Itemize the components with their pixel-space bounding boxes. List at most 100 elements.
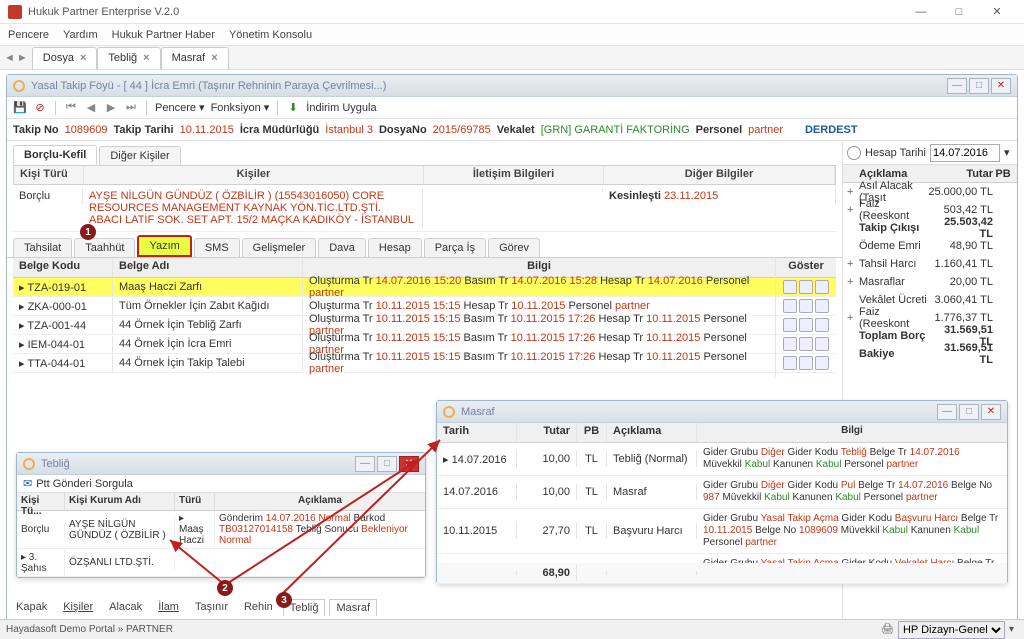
takipno-label: Takip No [13, 124, 59, 136]
borclu-diger: Kesinleşti 23.11.2015 [603, 188, 836, 204]
yazim-row[interactable]: ▸ TZA-019-01Maaş Haczi ZarfıOluşturma Tr… [13, 278, 836, 297]
mtab-gelismeler[interactable]: Gelişmeler [242, 238, 317, 257]
tab-diger-kisiler[interactable]: Diğer Kişiler [99, 146, 180, 165]
panel-close-icon[interactable]: ✕ [981, 404, 1001, 420]
dizayn-select[interactable]: HP Dizayn-Genel [898, 621, 1005, 639]
mtab-tahsilat[interactable]: Tahsilat [13, 238, 72, 257]
dropdown-icon[interactable]: ▾ [1009, 624, 1014, 635]
subwin-close-icon[interactable]: ✕ [991, 78, 1011, 94]
prev-icon[interactable]: ◀ [84, 101, 98, 115]
person-icon[interactable] [783, 299, 797, 313]
masraf-row[interactable]: 10.11.20154,10TLVekalet HarcıGider Grubu… [437, 554, 1007, 563]
first-icon[interactable]: ⏮ [64, 101, 78, 115]
menu-haber[interactable]: Hukuk Partner Haber [112, 29, 215, 41]
mtab-yazim[interactable]: Yazım [137, 235, 191, 257]
mtab-gorev[interactable]: Görev [488, 238, 540, 257]
close-button[interactable]: ✕ [978, 1, 1016, 23]
toolbar-pencere[interactable]: Pencere ▾ [155, 101, 205, 114]
toolbar-fonksiyon[interactable]: Fonksiyon ▾ [211, 101, 270, 114]
menu-yardim[interactable]: Yardım [63, 29, 98, 41]
vekalet-label: Vekalet [497, 124, 535, 136]
menu-yonetim[interactable]: Yönetim Konsolu [229, 29, 312, 41]
doc-icon[interactable] [799, 356, 813, 370]
yazim-row[interactable]: ▸ TTA-044-0144 Örnek İçin Takip TalebiOl… [13, 354, 836, 373]
minimize-button[interactable]: ― [902, 1, 940, 23]
close-icon[interactable]: × [143, 52, 149, 64]
doc-tabs-row: ◄ ► Dosya× Tebliğ× Masraf× [0, 46, 1024, 70]
mtab-taahhut[interactable]: Taahhüt [74, 238, 135, 257]
takipno-value: 1089609 [65, 124, 108, 136]
doctab-teblig[interactable]: Tebliğ× [97, 47, 160, 69]
btab-alacak[interactable]: Alacak [103, 599, 148, 615]
nav-back-icon[interactable]: ◄ [4, 52, 15, 64]
maximize-button[interactable]: □ [940, 1, 978, 23]
search-icon[interactable] [847, 146, 861, 160]
doctab-masraf[interactable]: Masraf× [161, 47, 229, 69]
person-icon[interactable] [783, 280, 797, 294]
vekalet-value: [GRN] GARANTİ FAKTORİNG [541, 124, 690, 136]
person-icon[interactable] [783, 318, 797, 332]
hesap-row: Bakiye31.569,51 TL [843, 345, 1017, 363]
borclu-tur: Borçlu [13, 188, 83, 204]
toolbar-indirim[interactable]: İndirim Uygula [306, 102, 376, 114]
col-goster: Göster [776, 258, 836, 277]
save-icon[interactable]: 💾 [13, 101, 27, 115]
takiptarihi-label: Takip Tarihi [113, 124, 173, 136]
btab-rehin[interactable]: Rehin [238, 599, 279, 615]
masraf-row[interactable]: 14.07.201610,00TLMasrafGider Grubu Diğer… [437, 476, 1007, 509]
col-belgeadi: Belge Adı [113, 258, 303, 277]
btab-ilam[interactable]: İlam [152, 599, 185, 615]
icra-value: İstanbul 3 [325, 124, 373, 136]
masraf-row[interactable]: 10.11.201527,70TLBaşvuru HarcıGider Grub… [437, 509, 1007, 554]
panel-close-icon[interactable]: ✕ [399, 456, 419, 472]
teblig-title: Tebliğ [41, 458, 70, 470]
dropdown-icon[interactable]: ▾ [1004, 146, 1010, 159]
mtab-dava[interactable]: Dava [318, 238, 366, 257]
borclu-kisiler: AYŞE NİLGÜN GÜNDÜZ ( ÖZBİLİR ) (15543016… [83, 188, 423, 228]
nav-fwd-icon[interactable]: ► [17, 52, 28, 64]
print-icon[interactable] [815, 318, 829, 332]
tab-borclu-kefil[interactable]: Borçlu-Kefil [13, 145, 97, 165]
mtab-parcais[interactable]: Parça İş [424, 238, 486, 257]
col-kisituru: Kişi Türü [14, 166, 84, 184]
btab-kisiler[interactable]: Kişiler [57, 599, 99, 615]
panel-max-icon[interactable]: □ [377, 456, 397, 472]
person-icon[interactable] [783, 337, 797, 351]
doc-icon[interactable] [799, 318, 813, 332]
btab-kapak[interactable]: Kapak [10, 599, 53, 615]
next-icon[interactable]: ▶ [104, 101, 118, 115]
btab-masraf[interactable]: Masraf [329, 599, 377, 616]
masraf-row[interactable]: ▸ 14.07.201610,00TLTebliğ (Normal)Gider … [437, 443, 1007, 476]
menu-pencere[interactable]: Pencere [8, 29, 49, 41]
print-icon[interactable] [815, 299, 829, 313]
doctab-dosya[interactable]: Dosya× [32, 47, 98, 69]
cancel-icon[interactable]: ⊘ [33, 101, 47, 115]
discount-icon: ⬇ [286, 101, 300, 115]
hesap-row: +Tahsil Harcı1.160,41 TL [843, 255, 1017, 273]
panel-min-icon[interactable]: ― [937, 404, 957, 420]
subwin-min-icon[interactable]: ― [947, 78, 967, 94]
panel-max-icon[interactable]: □ [959, 404, 979, 420]
hesap-row: Ödeme Emri48,90 TL [843, 237, 1017, 255]
print-icon[interactable] [815, 280, 829, 294]
close-icon[interactable]: × [80, 52, 86, 64]
teblig-row[interactable]: ▸ 3. ŞahısÖZŞANLI LTD.ŞTİ. [17, 549, 425, 577]
close-icon[interactable]: × [211, 52, 217, 64]
panel-min-icon[interactable]: ― [355, 456, 375, 472]
printer-icon[interactable]: 🖨 [881, 624, 894, 635]
last-icon[interactable]: ⏭ [124, 101, 138, 115]
mtab-sms[interactable]: SMS [194, 238, 240, 257]
print-icon[interactable] [815, 356, 829, 370]
doc-icon[interactable] [799, 280, 813, 294]
btab-tasinir[interactable]: Taşınır [189, 599, 234, 615]
ptt-link[interactable]: Ptt Gönderi Sorgula [36, 478, 133, 490]
subwin-max-icon[interactable]: □ [969, 78, 989, 94]
doc-icon[interactable] [799, 337, 813, 351]
print-icon[interactable] [815, 337, 829, 351]
person-icon[interactable] [783, 356, 797, 370]
mtab-hesap[interactable]: Hesap [368, 238, 422, 257]
doc-icon[interactable] [799, 299, 813, 313]
takiptarihi-value: 10.11.2015 [180, 124, 234, 136]
hesap-tarihi-input[interactable] [930, 144, 1000, 162]
teblig-row[interactable]: BorçluAYŞE NİLGÜN GÜNDÜZ ( ÖZBİLİR )▸ Ma… [17, 511, 425, 549]
